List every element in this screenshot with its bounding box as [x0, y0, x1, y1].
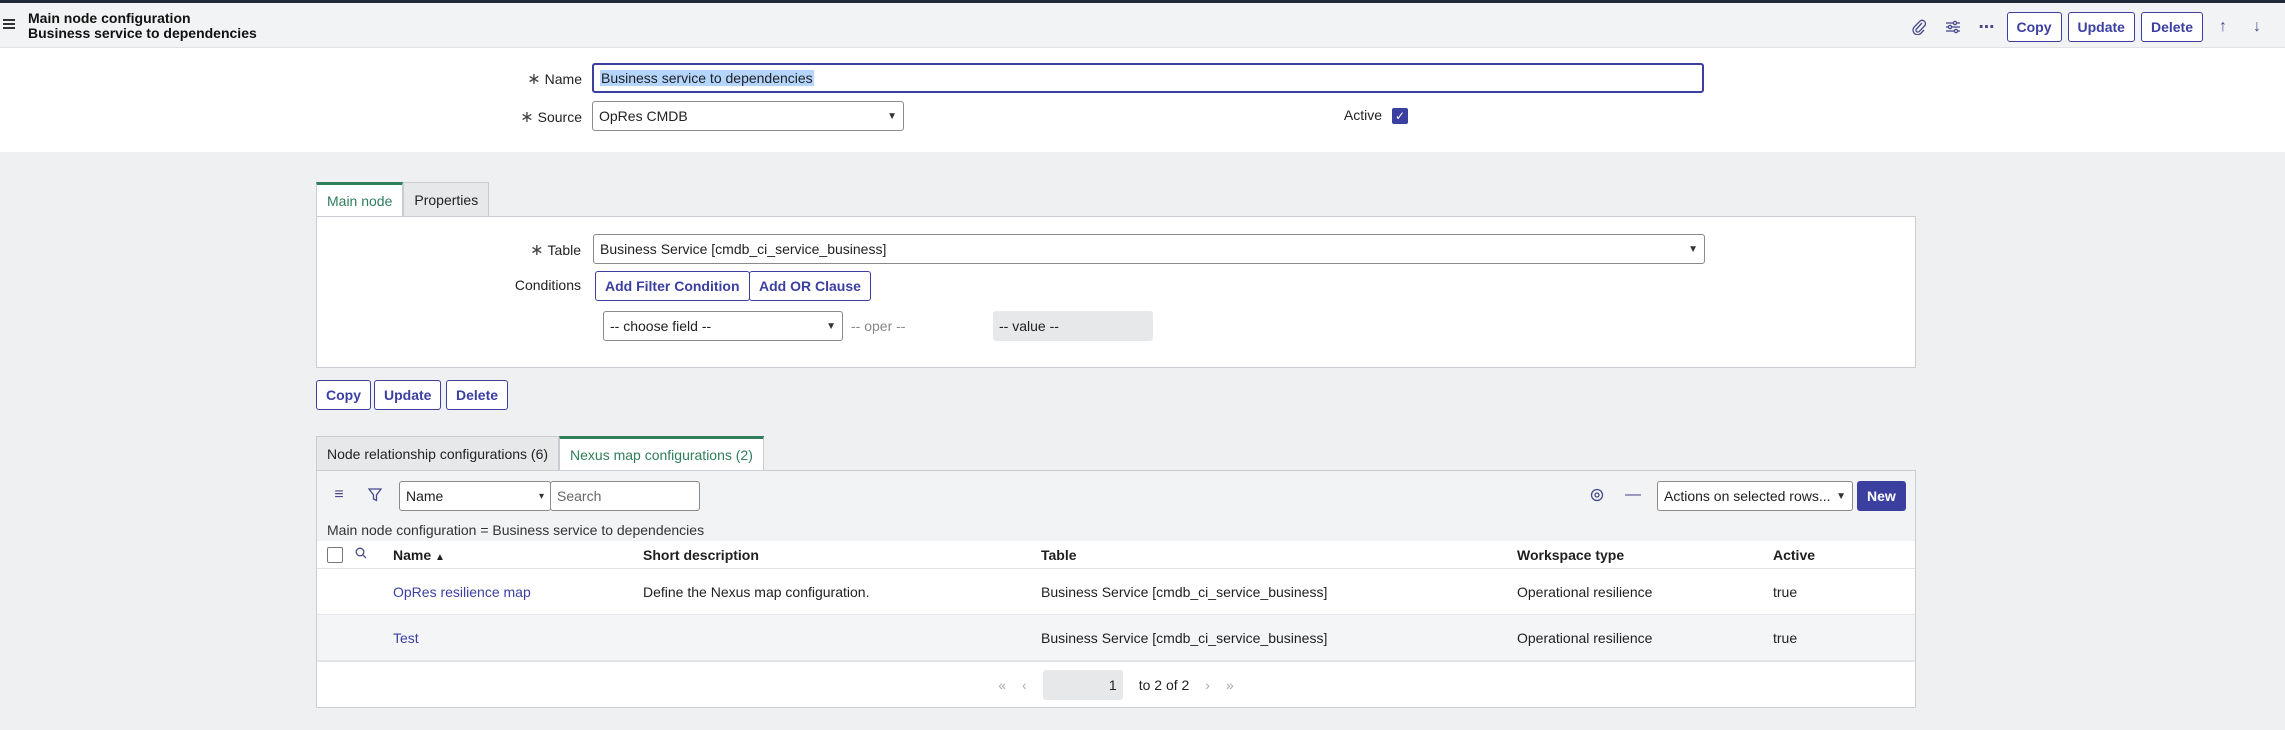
last-page-icon[interactable]: » [1226, 677, 1234, 693]
active-label: Active [1343, 107, 1382, 123]
row-workspace-type: Operational resilience [1517, 629, 1653, 646]
row-active: true [1773, 583, 1798, 600]
source-select[interactable]: OpRes CMDB ▼ [592, 101, 904, 131]
first-page-icon[interactable]: « [998, 677, 1006, 693]
form-top-section: ∗ Name Business service to dependencies ∗… [0, 48, 2285, 152]
chevron-down-icon: ▼ [1836, 490, 1846, 502]
page-input[interactable]: 1 [1042, 669, 1123, 700]
add-filter-condition-button[interactable]: Add Filter Condition [595, 271, 750, 301]
required-icon: ∗ [527, 71, 541, 88]
section-tabs: Main node Properties [316, 182, 490, 216]
header-delete-button[interactable]: Delete [2140, 12, 2203, 42]
copy-button[interactable]: Copy [316, 380, 371, 410]
row-workspace-type: Operational resilience [1517, 583, 1653, 600]
page-title-line1: Main node configuration [28, 10, 191, 26]
row-name-link[interactable]: Test [393, 630, 419, 646]
page-range-text: to 2 of 2 [1138, 676, 1190, 693]
arrow-up-icon[interactable]: ↑ [2209, 13, 2237, 41]
column-header-workspace-type[interactable]: Workspace type [1517, 547, 1624, 563]
collapse-icon[interactable]: — [1619, 481, 1647, 509]
list-menu-icon[interactable]: ≡ [325, 481, 353, 509]
tab-properties[interactable]: Properties [403, 182, 490, 216]
source-label: ∗ Source [520, 109, 582, 126]
table-select[interactable]: Business Service [cmdb_ci_service_busine… [593, 234, 1705, 264]
conditions-label: Conditions [514, 277, 581, 293]
actions-select[interactable]: Actions on selected rows... ▼ [1657, 481, 1853, 511]
column-header-short-description[interactable]: Short description [643, 547, 759, 563]
attachment-icon[interactable] [1905, 13, 1933, 41]
prev-page-icon[interactable]: ‹ [1022, 677, 1027, 693]
next-page-icon[interactable]: › [1205, 677, 1210, 693]
chevron-down-icon: ▼ [887, 110, 897, 122]
page-title: Main node configuration Business service… [28, 11, 257, 41]
search-input[interactable]: Search [550, 481, 700, 511]
related-list-tabs: Node relationship configurations (6) Nex… [316, 436, 764, 470]
chevron-down-icon: ▾ [538, 490, 544, 502]
row-table: Business Service [cmdb_ci_service_busine… [1041, 583, 1328, 600]
pagination: « ‹ 1 to 2 of 2 › » [317, 661, 1915, 707]
main-node-panel: ∗ Table Business Service [cmdb_ci_service… [316, 216, 1916, 368]
header-update-button[interactable]: Update [2067, 12, 2135, 42]
row-short-description: Define the Nexus map configuration. [643, 583, 870, 600]
nexus-map-list: ≡ Name ▾ Search — Actions on selected row… [316, 470, 1916, 708]
choose-field-select[interactable]: -- choose field -- ▼ [603, 311, 843, 341]
column-header-name[interactable]: Name ▲ [393, 547, 445, 563]
search-field-select[interactable]: Name ▾ [399, 481, 551, 511]
row-name-link[interactable]: OpRes resilience map [393, 584, 531, 600]
list-toolbar: ≡ Name ▾ Search — Actions on selected row… [317, 471, 1915, 519]
select-all-checkbox[interactable] [327, 547, 343, 563]
table-header: Name ▲ Short description Table Workspace… [317, 541, 1915, 569]
table-row: OpRes resilience map Define the Nexus ma… [317, 569, 1915, 615]
required-icon: ∗ [530, 242, 544, 259]
value-field: -- value -- [993, 311, 1153, 341]
chevron-down-icon: ▼ [1688, 243, 1698, 255]
header-copy-button[interactable]: Copy [2006, 12, 2062, 42]
tab-nexus-map-configurations[interactable]: Nexus map configurations (2) [559, 436, 764, 470]
tab-main-node[interactable]: Main node [316, 182, 404, 216]
row-table: Business Service [cmdb_ci_service_busine… [1041, 629, 1328, 646]
more-icon[interactable]: ⋯ [1973, 13, 2001, 41]
row-active: true [1773, 629, 1798, 646]
tab-node-relationship-configurations[interactable]: Node relationship configurations (6) [316, 436, 560, 470]
page-title-line2: Business service to dependencies [28, 25, 257, 41]
table-row: Test Business Service [cmdb_ci_service_b… [317, 615, 1915, 661]
menu-icon[interactable] [3, 19, 15, 29]
search-icon[interactable] [355, 546, 367, 562]
new-button[interactable]: New [1857, 481, 1906, 511]
filter-icon[interactable] [361, 481, 389, 509]
oper-field: -- oper -- [851, 318, 906, 334]
delete-button[interactable]: Delete [446, 380, 509, 410]
name-label: ∗ Name [527, 71, 582, 88]
add-or-clause-button[interactable]: Add OR Clause [749, 271, 871, 301]
required-icon: ∗ [520, 109, 534, 126]
settings-sliders-icon[interactable] [1939, 13, 1967, 41]
column-header-active[interactable]: Active [1773, 547, 1815, 563]
gear-icon[interactable] [1583, 481, 1611, 509]
form-header: Main node configuration Business service… [0, 0, 2285, 48]
table-label: ∗ Table [530, 242, 581, 259]
name-field[interactable]: Business service to dependencies [592, 63, 1704, 93]
update-button[interactable]: Update [374, 380, 442, 410]
sort-asc-icon: ▲ [435, 551, 445, 563]
active-checkbox[interactable]: ✓ [1392, 108, 1408, 124]
arrow-down-icon[interactable]: ↓ [2243, 13, 2271, 41]
column-header-table[interactable]: Table [1041, 547, 1077, 563]
chevron-down-icon: ▼ [826, 320, 836, 332]
breadcrumb[interactable]: Main node configuration = Business servi… [317, 519, 1915, 541]
